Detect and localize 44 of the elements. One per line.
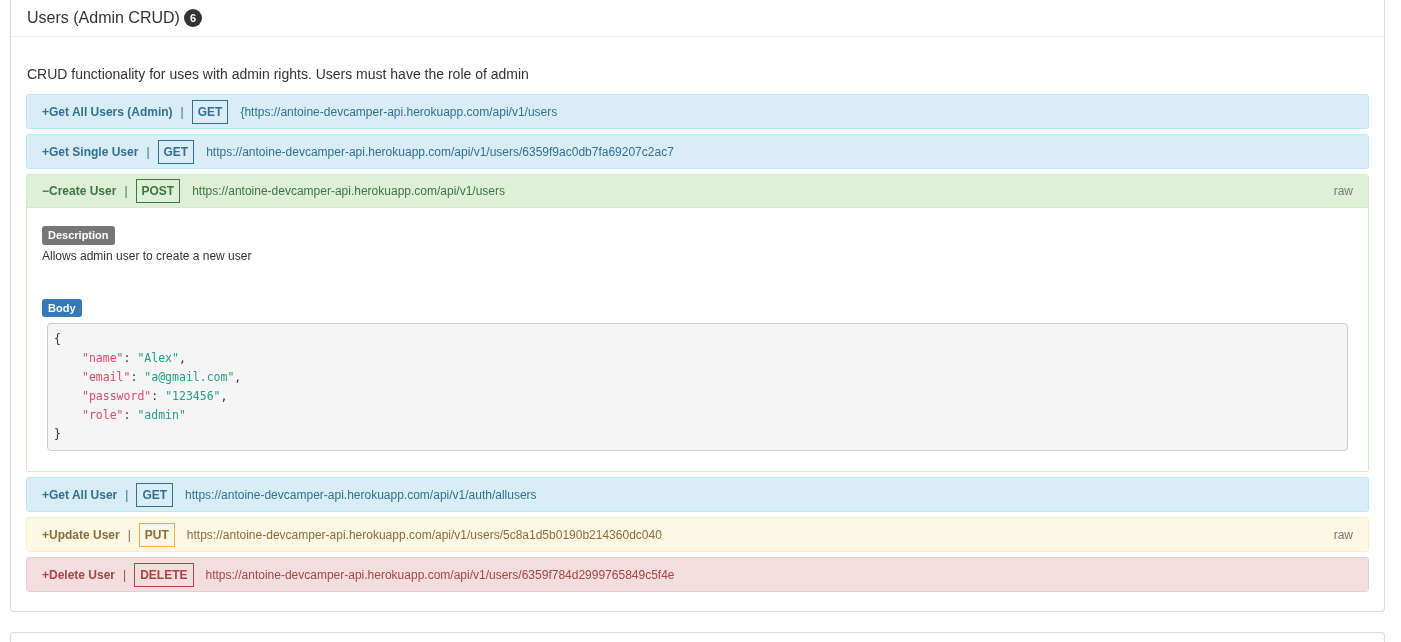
endpoint-header[interactable]: −Create User | POST https://antoine-devcamper-api.herokuapp.com/api/v1/users raw bbox=[27, 175, 1368, 208]
body-label: Body bbox=[42, 298, 82, 317]
endpoint-header[interactable]: +Get Single User | GET https://antoine-devcamper-api.herokuapp.com/api/v1/users/6359f9ac0db7fa69207c2ac7 bbox=[27, 135, 1368, 168]
code-brace: } bbox=[54, 426, 61, 443]
endpoint-url: https://antoine-devcamper-api.herokuapp.com/api/v1/users bbox=[192, 183, 506, 200]
description-label: Description bbox=[42, 226, 115, 245]
endpoint-url: https://antoine-devcamper-api.herokuapp.com/api/v1/auth/allusers bbox=[185, 486, 537, 504]
endpoint-url: https://antoine-devcamper-api.herokuapp.com/api/v1/users/6359f9ac0db7fa69207c2ac7 bbox=[206, 143, 674, 161]
method-tag: GET bbox=[157, 139, 195, 164]
code-line: "name": "Alex", bbox=[81, 350, 186, 367]
separator: | bbox=[180, 103, 184, 121]
separator: | bbox=[124, 183, 128, 200]
endpoint-url: https://antoine-devcamper-api.herokuapp.com/api/v1/users/5c8a1d5b0190b214360dc040 bbox=[186, 526, 662, 544]
method-tag: GET bbox=[191, 99, 229, 124]
method-tag: POST bbox=[135, 179, 181, 203]
method-tag: DELETE bbox=[134, 562, 194, 587]
section-description: CRUD functionality for uses with admin rights. Users must have the role of admin bbox=[27, 65, 530, 84]
code-line: "email": "a@gmail.com", bbox=[81, 369, 242, 386]
code-line: "role": "admin" bbox=[81, 407, 186, 424]
endpoint-name[interactable]: +Get All Users (Admin) bbox=[42, 102, 173, 121]
endpoint-header[interactable]: +Update User | PUT https://antoine-devcamper-api.herokuapp.com/api/v1/users/5c8a1d5b0190b214360dc040 raw bbox=[27, 518, 1368, 551]
endpoint-name[interactable]: +Get Single User bbox=[42, 142, 139, 161]
description-text: Allows admin user to create a new user bbox=[42, 247, 253, 265]
section-title: Users (Admin CRUD) bbox=[27, 8, 180, 28]
endpoint-name[interactable]: −Create User bbox=[42, 182, 117, 200]
endpoint-url: {https://antoine-devcamper-api.herokuapp.com/api/v1/users bbox=[240, 103, 558, 121]
endpoint-name[interactable]: +Delete User bbox=[42, 565, 116, 584]
separator: | bbox=[127, 526, 131, 544]
count-badge: 6 bbox=[183, 8, 203, 28]
method-tag: GET bbox=[136, 482, 174, 507]
separator: | bbox=[123, 566, 127, 584]
endpoint-header[interactable]: +Delete User | DELETE https://antoine-devcamper-api.herokuapp.com/api/v1/users/6359f784d2999765849c5f4e bbox=[27, 558, 1368, 591]
code-line: "password": "123456", bbox=[81, 388, 228, 405]
endpoint-name[interactable]: +Update User bbox=[42, 525, 120, 544]
separator: | bbox=[146, 143, 150, 161]
raw-link[interactable]: raw bbox=[1333, 525, 1353, 544]
raw-link[interactable]: raw bbox=[1333, 182, 1353, 200]
endpoint-url: https://antoine-devcamper-api.herokuapp.com/api/v1/users/6359f784d2999765849c5f4e bbox=[205, 566, 675, 584]
code-brace: { bbox=[54, 331, 61, 348]
endpoint-name[interactable]: +Get All User bbox=[42, 485, 118, 504]
method-tag: PUT bbox=[138, 522, 175, 547]
separator: | bbox=[125, 486, 129, 504]
endpoint-header[interactable]: +Get All Users (Admin) | GET {https://antoine-devcamper-api.herokuapp.com/api/v1/users bbox=[27, 95, 1368, 128]
endpoint-header[interactable]: +Get All User | GET https://antoine-devcamper-api.herokuapp.com/api/v1/auth/allusers bbox=[27, 478, 1368, 511]
